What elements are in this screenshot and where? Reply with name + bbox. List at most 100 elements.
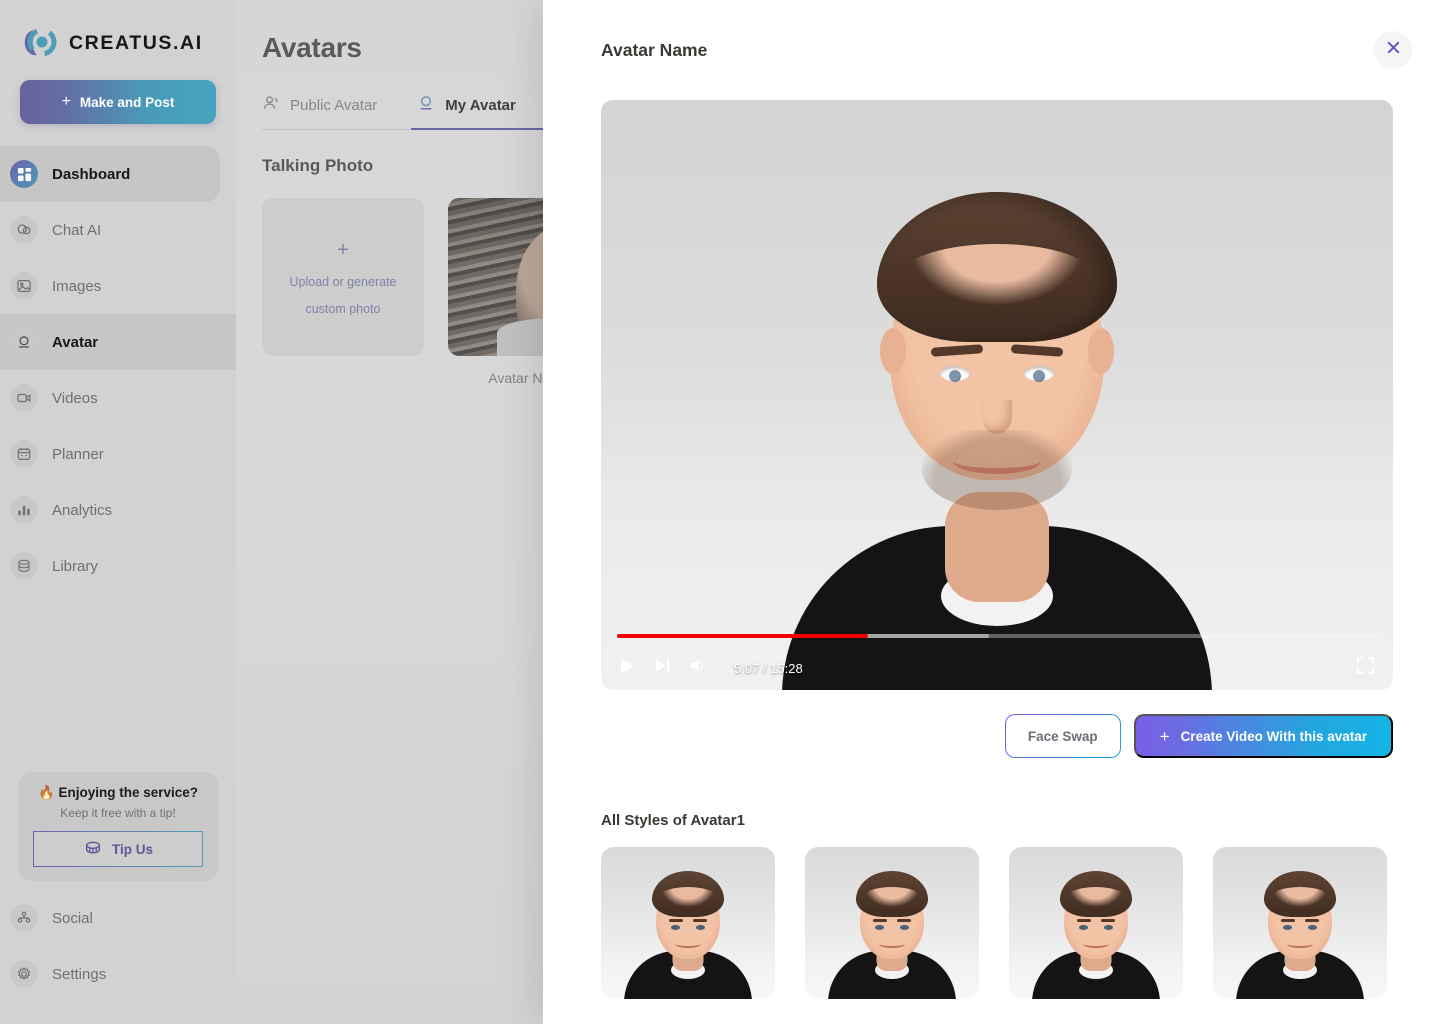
- app-root: CREATUS.AI + Make and Post Dashboard Cha…: [0, 0, 1440, 1024]
- avatar-ear-left: [880, 328, 906, 374]
- modal-actions: Face Swap + Create Video With this avata…: [543, 690, 1440, 758]
- player-control-row: 5:07 / 15:28: [601, 646, 1393, 690]
- styles-heading: All Styles of Avatar1: [601, 812, 745, 829]
- sidebar-item-images[interactable]: Images: [0, 258, 236, 314]
- mini-hair: [1264, 871, 1336, 917]
- mini-mouth: [879, 940, 905, 948]
- avatar-eye-left: [940, 366, 970, 382]
- sidebar-item-chat-ai[interactable]: Chat AI: [0, 202, 236, 258]
- tip-us-button[interactable]: Tip Us: [33, 831, 203, 867]
- sidebar-item-library[interactable]: Library: [0, 538, 236, 594]
- avatar-detail-modal: Avatar Name 5:07 / 15:28 Face Swap + Cre…: [543, 0, 1440, 1024]
- mini-brow-left: [1281, 919, 1295, 922]
- mini-brow-right: [1101, 919, 1115, 922]
- avatar-pupil-left: [949, 370, 961, 382]
- next-button[interactable]: [654, 657, 671, 679]
- sidebar-bottom-nav: Social Settings: [0, 890, 236, 1002]
- chat-bubbles-icon: [10, 216, 38, 244]
- tip-card-subtitle: Keep it free with a tip!: [60, 806, 176, 820]
- gear-icon: [10, 960, 38, 988]
- sidebar-item-label: Avatar: [52, 333, 99, 351]
- sidebar-item-label: Videos: [52, 389, 98, 407]
- sidebar-item-label: Settings: [52, 965, 107, 983]
- create-video-button[interactable]: + Create Video With this avatar: [1133, 714, 1393, 758]
- style-card[interactable]: [1009, 847, 1183, 999]
- avatar-video-frame: [601, 100, 1393, 690]
- face-swap-button[interactable]: Face Swap: [1005, 714, 1121, 758]
- modal-title: Avatar Name: [601, 39, 708, 60]
- sidebar-item-label: Images: [52, 277, 102, 295]
- plus-icon: +: [61, 93, 71, 110]
- mini-brow-right: [1305, 919, 1319, 922]
- coin-icon: [83, 839, 103, 860]
- style-thumbnail: [1009, 847, 1183, 999]
- avatar-hair-top: [877, 192, 1117, 342]
- sidebar-item-planner[interactable]: Planner: [0, 426, 236, 482]
- mini-eye-right: [900, 925, 909, 930]
- video-camera-icon: [10, 384, 38, 412]
- close-button[interactable]: [1374, 31, 1412, 69]
- mini-brow-left: [873, 919, 887, 922]
- sidebar-item-label: Social: [52, 909, 93, 927]
- plus-icon: +: [1159, 726, 1170, 746]
- bar-chart-icon: [10, 496, 38, 524]
- play-button[interactable]: [619, 657, 636, 680]
- mini-brow-left: [1077, 919, 1091, 922]
- sidebar-item-label: Library: [52, 557, 98, 575]
- mini-eye-left: [1283, 925, 1292, 930]
- avatar-mouth: [953, 448, 1041, 474]
- style-card[interactable]: [601, 847, 775, 999]
- create-video-label: Create Video With this avatar: [1180, 728, 1367, 744]
- mini-eye-left: [671, 925, 680, 930]
- style-thumbnail: [805, 847, 979, 999]
- mini-hair: [652, 871, 724, 917]
- sidebar-item-avatar[interactable]: Avatar: [0, 314, 236, 370]
- style-thumbnail: [601, 847, 775, 999]
- close-x-icon: [1385, 39, 1402, 61]
- avatar-pupil-right: [1033, 370, 1045, 382]
- sidebar-item-analytics[interactable]: Analytics: [0, 482, 236, 538]
- calendar-icon: [10, 440, 38, 468]
- sidebar-item-social[interactable]: Social: [0, 890, 236, 946]
- progress-bar[interactable]: [617, 634, 1377, 638]
- next-track-icon: [654, 657, 671, 679]
- avatar-ear-right: [1088, 328, 1114, 374]
- play-icon: [619, 657, 636, 680]
- mini-mouth: [1083, 940, 1109, 948]
- grid-dashboard-icon: [10, 160, 38, 188]
- mini-eye-left: [1079, 925, 1088, 930]
- tip-us-label: Tip Us: [111, 841, 153, 857]
- volume-icon: [689, 657, 708, 679]
- tip-card: 🔥 Enjoying the service? Keep it free wit…: [18, 772, 218, 881]
- sidebar-item-dashboard[interactable]: Dashboard: [0, 146, 220, 202]
- video-player[interactable]: 5:07 / 15:28: [601, 100, 1393, 690]
- fullscreen-icon: [1356, 656, 1375, 680]
- mini-eye-right: [1308, 925, 1317, 930]
- make-and-post-button[interactable]: + Make and Post: [20, 80, 216, 124]
- creatus-logo-icon: [22, 26, 60, 60]
- mini-brow-right: [897, 919, 911, 922]
- make-and-post-label: Make and Post: [79, 94, 175, 110]
- mini-mouth: [675, 940, 701, 948]
- sidebar-nav: Dashboard Chat AI Images Avatar Videos P…: [0, 146, 236, 594]
- style-card[interactable]: [1213, 847, 1387, 999]
- player-controls: 5:07 / 15:28: [601, 620, 1393, 690]
- mini-eye-right: [696, 925, 705, 930]
- mini-eye-left: [875, 925, 884, 930]
- progress-played: [617, 634, 868, 638]
- sidebar-item-label: Dashboard: [52, 165, 131, 183]
- sidebar-item-videos[interactable]: Videos: [0, 370, 236, 426]
- style-card[interactable]: [805, 847, 979, 999]
- time-display: 5:07 / 15:28: [734, 660, 803, 676]
- social-people-icon: [10, 904, 38, 932]
- tip-card-title: 🔥 Enjoying the service?: [37, 785, 199, 800]
- sidebar-item-label: Chat AI: [52, 221, 102, 239]
- avatar-person-icon: [10, 328, 38, 356]
- volume-button[interactable]: [689, 657, 708, 679]
- styles-row: [543, 829, 1440, 999]
- fullscreen-button[interactable]: [1356, 656, 1375, 680]
- sidebar-item-settings[interactable]: Settings: [0, 946, 236, 1002]
- avatar-nose: [982, 400, 1012, 434]
- mini-mouth: [1287, 940, 1313, 948]
- brand-logo[interactable]: CREATUS.AI: [0, 0, 236, 62]
